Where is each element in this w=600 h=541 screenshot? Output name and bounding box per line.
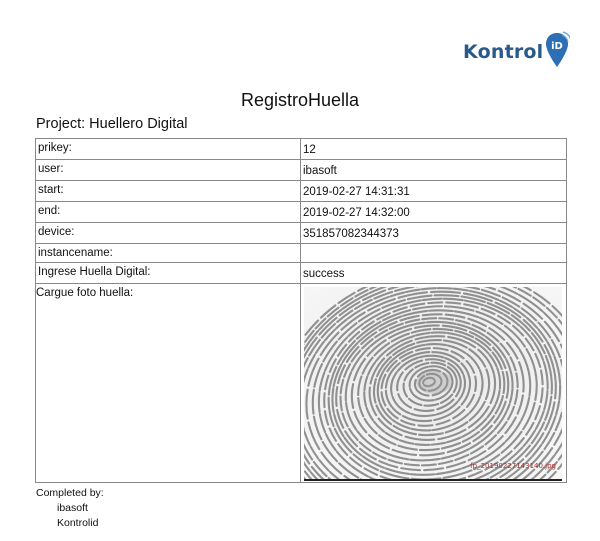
field-key: user: — [35, 159, 301, 181]
report-title: RegistroHuella — [240, 90, 360, 110]
field-key: Ingrese Huella Digital: — [35, 262, 301, 284]
field-key: start: — [35, 180, 301, 202]
completed-by: Completed by: ibasoft Kontrolid — [36, 486, 104, 531]
location-pin-icon: iD — [546, 31, 571, 67]
table-row: Ingrese Huella Digital: success — [35, 262, 567, 284]
fingerprint-image[interactable]: fp_20190227143140.jpg — [301, 284, 563, 481]
field-value: 12 — [303, 144, 316, 156]
project-name: Project: Huellero Digital — [36, 116, 188, 132]
field-key: instancename: — [35, 243, 301, 263]
fingerprint-core — [416, 370, 452, 394]
completed-label: Completed by: — [36, 487, 104, 499]
completed-name: ibasoft — [57, 502, 88, 514]
field-value: 2019-02-27 14:31:31 — [303, 186, 410, 198]
logo-mark: iD — [552, 41, 564, 52]
field-key: Cargue foto huella: — [35, 283, 301, 483]
photo-caption: fp_20190227143140.jpg — [470, 462, 556, 470]
field-key: prikey: — [35, 138, 301, 160]
field-value: ibasoft — [303, 165, 337, 177]
field-value: success — [303, 268, 345, 280]
table-row: prikey: 12 — [35, 138, 567, 160]
field-key: device: — [35, 222, 301, 244]
table-row: device: 351857082344373 — [35, 222, 567, 244]
kontrolid-logo: Kontrol iD — [463, 30, 571, 76]
table-row: start: 2019-02-27 14:31:31 — [35, 180, 567, 202]
field-value: 351857082344373 — [303, 228, 399, 240]
report-page: Kontrol iD RegistroHuella Project: Huell… — [0, 0, 600, 541]
logo-text: Kontrol — [463, 41, 544, 63]
table-row: Cargue foto huella: fp_20190227143140.jp… — [35, 283, 567, 483]
table-row: instancename: — [35, 243, 567, 263]
fingerprint-icon — [301, 284, 563, 481]
field-value: 2019-02-27 14:32:00 — [303, 207, 410, 219]
table-row: user: ibasoft — [35, 159, 567, 181]
field-key: end: — [35, 201, 301, 223]
record-table: prikey: 12 user: ibasoft start: 2019-02-… — [35, 138, 567, 483]
completed-name: Kontrolid — [57, 517, 99, 529]
table-row: end: 2019-02-27 14:32:00 — [35, 201, 567, 223]
